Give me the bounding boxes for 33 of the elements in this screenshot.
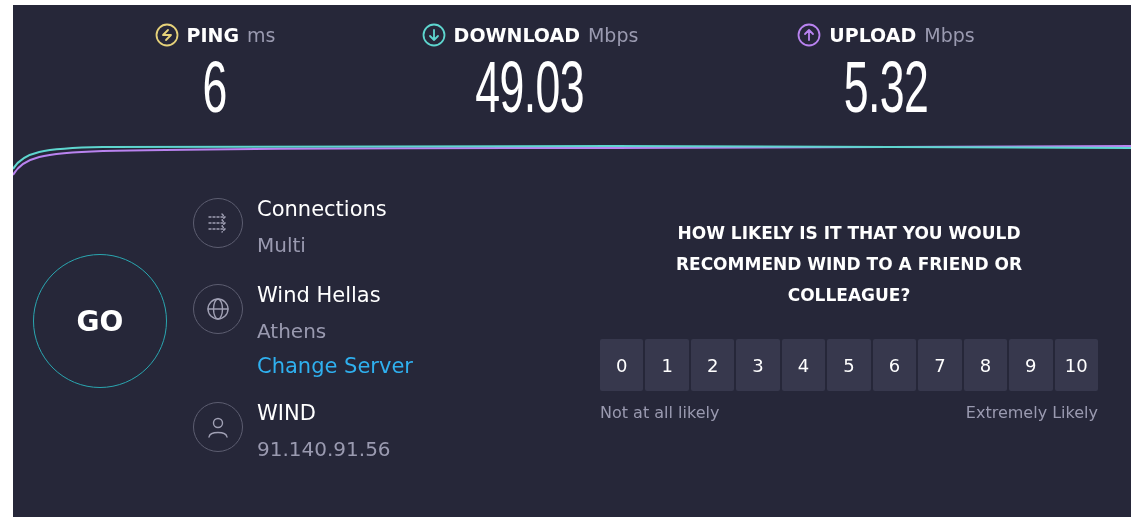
change-server-link[interactable]: Change Server <box>257 350 413 382</box>
rating-option[interactable]: 9 <box>1009 339 1053 391</box>
rating-option[interactable]: 0 <box>600 339 644 391</box>
metric-value: 6 <box>202 49 228 125</box>
lightning-icon <box>154 23 179 47</box>
rating-option[interactable]: 6 <box>872 339 917 391</box>
rating-option[interactable]: 3 <box>736 339 780 391</box>
metric-label: DOWNLOAD <box>453 24 580 46</box>
low-label: Not at all likely <box>600 403 720 422</box>
survey-question: HOW LIKELY IS IT THAT YOU WOULD RECOMMEND WIND TO A FRIEND OR COLLEAGUE? <box>674 222 1024 307</box>
globe-icon <box>206 297 230 321</box>
info-subtitle: 91.140.91.56 <box>257 436 391 463</box>
info-title: Connections <box>257 196 387 223</box>
metric-label: PING <box>186 24 240 46</box>
metric-unit: Mbps <box>587 24 639 46</box>
info-subtitle: Athens <box>257 318 328 345</box>
info-title: Wind Hellas <box>257 282 382 309</box>
metric-label: UPLOAD <box>829 24 917 46</box>
person-icon <box>206 415 230 439</box>
metric-unit: Mbps <box>924 24 975 46</box>
rating-option[interactable]: 4 <box>781 339 826 391</box>
rating-option[interactable]: 10 <box>1054 339 1098 391</box>
rating-option[interactable]: 8 <box>963 339 1008 391</box>
rating-option[interactable]: 1 <box>645 339 689 391</box>
info-subtitle: Multi <box>257 232 307 259</box>
rating-option[interactable]: 2 <box>690 339 735 391</box>
metric-value: 49.03 <box>475 49 585 125</box>
info-title: WIND <box>257 400 317 427</box>
rating-option[interactable]: 5 <box>827 339 871 391</box>
rating-option[interactable]: 7 <box>918 339 962 391</box>
metric-value: 5.32 <box>843 49 929 125</box>
metric-unit: ms <box>247 24 276 46</box>
high-label: Extremely Likely <box>965 403 1098 422</box>
